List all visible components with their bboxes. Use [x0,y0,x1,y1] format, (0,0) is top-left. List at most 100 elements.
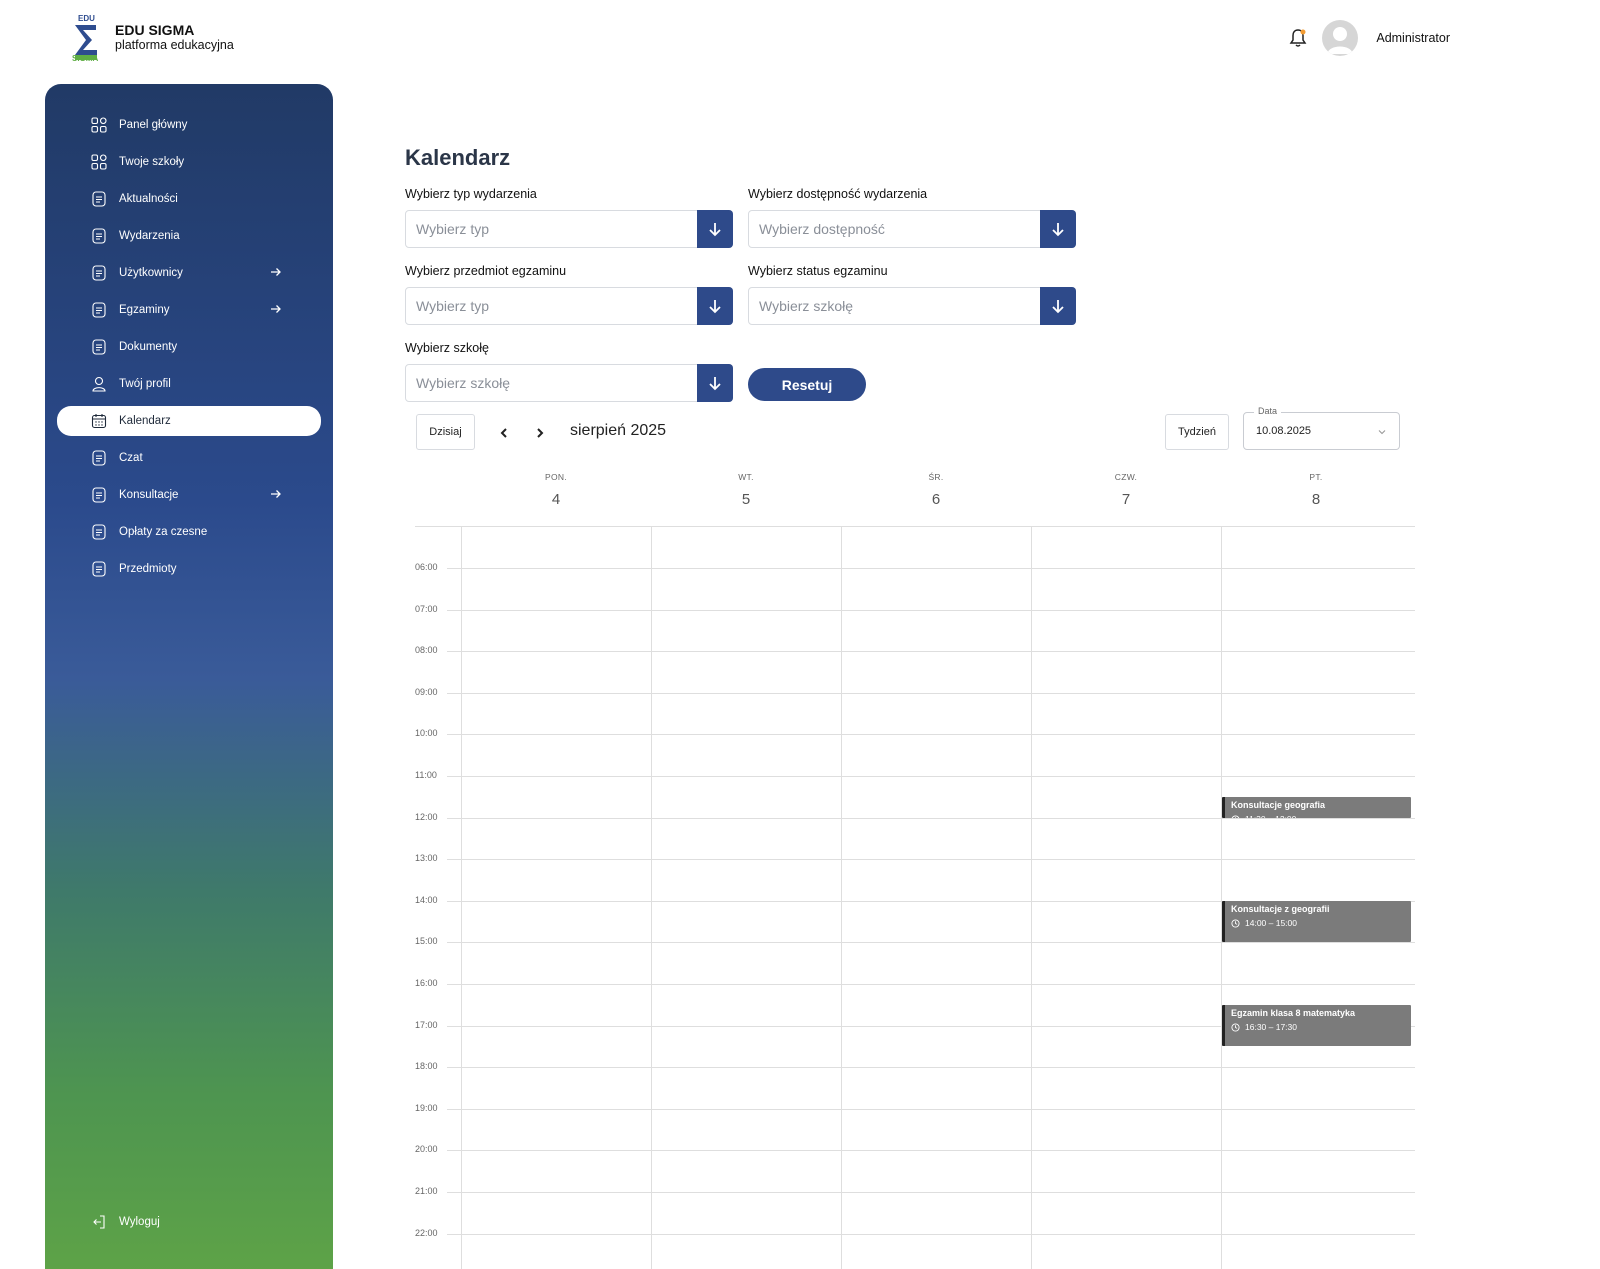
sidebar-item-przedmioty[interactable]: Przedmioty [57,554,321,584]
day-header: PON. 4 [461,472,651,508]
document-icon [91,561,107,577]
document-icon [91,339,107,355]
time-label: 14:00 [415,894,438,905]
calendar-event[interactable]: Konsultacje geografia 11:30 – 12:00 [1222,796,1411,818]
sidebar-item-label: Użytkownicy [119,267,183,279]
today-button[interactable]: Dzisiaj [416,414,475,450]
availability-select[interactable]: Wybierz dostępność [748,210,1076,248]
hour-line [447,817,1415,819]
day-column-line [461,526,462,1269]
hour-line [447,942,1415,944]
school-select[interactable]: Wybierz szkołę [405,364,733,402]
date-picker-field[interactable]: Data 10.08.2025 [1243,406,1400,450]
sidebar-item-dokumenty[interactable]: Dokumenty [57,332,321,362]
school-label: Wybierz szkołę [405,341,489,355]
calendar-event[interactable]: Egzamin klasa 8 matematyka 16:30 – 17:30 [1222,1004,1411,1047]
arrow-down-icon[interactable] [1040,287,1076,325]
user-icon [91,376,107,392]
avatar-placeholder-icon [1327,27,1354,54]
reset-button[interactable]: Resetuj [748,368,866,401]
grid-top-border [415,526,1415,527]
edu-sigma-logo[interactable]: EDU SIGMA [72,14,102,64]
arrow-right-icon [269,487,283,501]
availability-placeholder: Wybierz dostępność [759,221,885,237]
event-type-placeholder: Wybierz typ [416,221,490,237]
time-label: 13:00 [415,853,438,864]
event-type-select[interactable]: Wybierz typ [405,210,733,248]
sidebar-item-uzytkownicy[interactable]: Użytkownicy [57,258,321,288]
document-icon [91,302,107,318]
hour-line [447,692,1415,694]
time-label: 18:00 [415,1061,438,1072]
event-title: Konsultacje z geografii [1231,903,1330,914]
avatar[interactable] [1322,20,1359,56]
sidebar-item-label: Egzaminy [119,304,170,316]
brand-name: EDU SIGMA [115,22,195,38]
event-time-text: 16:30 – 17:30 [1245,1021,1297,1032]
day-header: CZW. 7 [1031,472,1221,508]
view-week-button[interactable]: Tydzień [1165,414,1229,450]
sidebar-item-czat[interactable]: Czat [57,443,321,473]
notification-bell-icon[interactable] [1286,26,1310,50]
event-time: 11:30 – 12:00 [1231,814,1405,818]
sidebar-item-kalendarz[interactable]: Kalendarz [57,406,321,436]
time-label: 21:00 [415,1186,438,1196]
event-time: 16:30 – 17:30 [1231,1022,1405,1033]
time-label: 20:00 [415,1144,438,1155]
sidebar-item-label: Twoje szkoły [119,156,185,168]
time-label: 19:00 [415,1102,438,1113]
hour-line [447,734,1415,736]
prev-week-icon[interactable] [494,423,514,443]
sidebar-item-label: Panel główny [119,119,188,131]
event-title: Egzamin klasa 8 matematyka [1231,1007,1356,1018]
sidebar-item-wydarzenia[interactable]: Wydarzenia [57,221,321,251]
document-icon [91,265,107,281]
document-icon [91,191,107,207]
document-icon [91,228,107,244]
hour-line [447,1150,1415,1152]
hour-line [447,609,1415,611]
arrow-down-icon[interactable] [697,287,733,325]
hour-line [447,1108,1415,1110]
sidebar-item-oplaty-za-czesne[interactable]: Opłaty za czesne [57,517,321,547]
sidebar-item-aktualnosci[interactable]: Aktualności [57,184,321,214]
date-value: 10.08.2025 [1256,425,1312,437]
sidebar-item-label: Przedmioty [119,563,177,575]
time-label: 22:00 [415,1227,438,1238]
event-time-text: 11:30 – 12:00 [1245,814,1296,818]
document-icon [91,450,107,466]
sidebar-item-twoje-szkoly[interactable]: Twoje szkoły [57,147,321,177]
grid-icon [91,117,107,133]
day-number: 5 [741,491,751,508]
arrow-down-icon[interactable] [697,210,733,248]
logout-button[interactable]: Wyloguj [91,1214,160,1230]
sidebar-item-konsultacje[interactable]: Konsultacje [57,480,321,510]
sidebar-item-label: Kalendarz [119,415,171,427]
arrow-right-icon [269,302,283,316]
page-title: Kalendarz [405,145,511,170]
sidebar-item-egzaminy[interactable]: Egzaminy [57,295,321,325]
brand-subtitle: platforma edukacyjna [115,38,234,52]
sidebar-item-twoj-profil[interactable]: Twój profil [57,369,321,399]
arrow-down-icon[interactable] [1040,210,1076,248]
sidebar-item-label: Konsultacje [119,489,179,501]
time-label: 17:00 [415,1019,438,1030]
clock-icon [1231,1023,1240,1032]
week-grid[interactable]: 06:00 07:00 08:00 09:00 10:00 11:00 12:00 13:00… [415,526,1415,1269]
calendar-event[interactable]: Konsultacje z geografii 14:00 – 15:00 [1222,900,1411,943]
next-week-icon[interactable] [530,423,550,443]
availability-label: Wybierz dostępność wydarzenia [748,187,928,201]
day-number: 8 [1311,491,1321,508]
time-label: 09:00 [415,686,438,697]
sidebar-item-label: Dokumenty [119,341,178,353]
status-select[interactable]: Wybierz szkołę [748,287,1076,325]
arrow-down-icon[interactable] [697,364,733,402]
hour-line [447,1192,1415,1193]
sidebar-nav: Panel główny Twoje szkoły Aktualności Wy… [57,110,321,591]
day-header: PT. 8 [1221,472,1411,508]
subject-select[interactable]: Wybierz typ [405,287,733,325]
arrow-right-icon [269,265,283,279]
document-icon [91,487,107,503]
user-name[interactable]: Administrator [1376,31,1450,45]
sidebar-item-panel-glowny[interactable]: Panel główny [57,110,321,140]
